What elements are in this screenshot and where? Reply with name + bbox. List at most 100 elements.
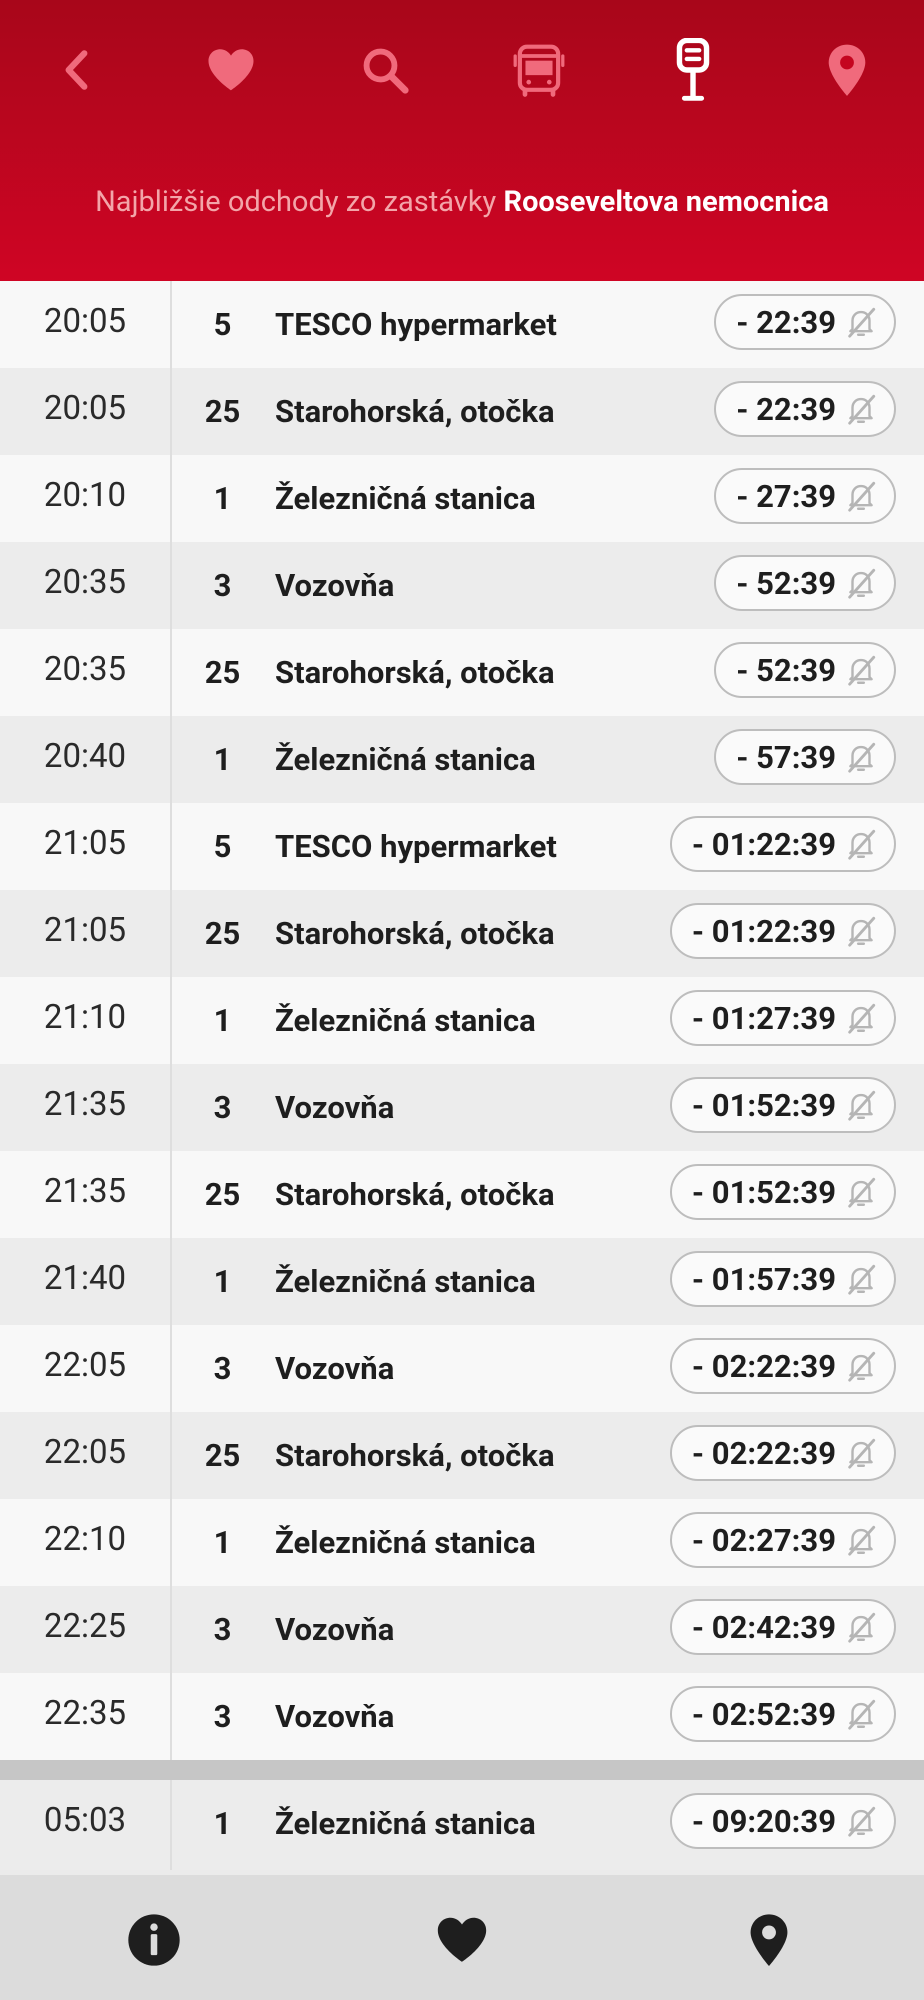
countdown-reminder-button[interactable]: - 01:22:39 <box>669 816 896 872</box>
countdown-reminder-button[interactable]: - 22:39 <box>714 381 896 437</box>
countdown-reminder-button[interactable]: - 27:39 <box>714 468 896 524</box>
departure-time: 22:05 <box>43 1433 127 1472</box>
countdown-reminder-button[interactable]: - 02:27:39 <box>669 1512 896 1568</box>
countdown-reminder-button[interactable]: - 01:22:39 <box>669 903 896 959</box>
info-button[interactable] <box>119 1905 189 1975</box>
countdown-reminder-button[interactable]: - 02:22:39 <box>669 1338 896 1394</box>
column-divider <box>170 890 172 977</box>
back-button[interactable] <box>37 30 117 110</box>
location-pin-icon <box>750 1914 788 1966</box>
countdown-text: - 22:39 <box>736 390 836 428</box>
departure-row: 21:05 5 TESCO hypermarket - 01:22:39 <box>0 803 924 890</box>
stop-name: Rooseveltova nemocnica <box>503 185 829 219</box>
departure-row: 22:05 3 Vozovňa - 02:22:39 <box>0 1325 924 1412</box>
notification-toggle <box>844 740 878 774</box>
bell-off-icon <box>848 1264 876 1295</box>
destination: Železničná stanica <box>275 1805 536 1842</box>
notification-toggle <box>844 1349 878 1383</box>
departure-row: 20:05 25 Starohorská, otočka - 22:39 <box>0 368 924 455</box>
destination: Železničná stanica <box>275 741 536 778</box>
countdown-text: - 02:22:39 <box>691 1347 836 1385</box>
notification-toggle <box>844 566 878 600</box>
countdown-reminder-button[interactable]: - 02:22:39 <box>669 1425 896 1481</box>
countdown-reminder-button[interactable]: - 02:52:39 <box>669 1686 896 1742</box>
countdown-reminder-button[interactable]: - 01:27:39 <box>669 990 896 1046</box>
line-number: 25 <box>204 1437 241 1474</box>
countdown-reminder-button[interactable]: - 02:42:39 <box>669 1599 896 1655</box>
countdown-reminder-button[interactable]: - 52:39 <box>714 642 896 698</box>
departure-row: 21:35 3 Vozovňa - 01:52:39 <box>0 1064 924 1151</box>
bell-off-icon <box>848 1806 876 1837</box>
map-tab[interactable] <box>807 30 887 110</box>
departure-row: 21:05 25 Starohorská, otočka - 01:22:39 <box>0 890 924 977</box>
search-tab[interactable] <box>345 30 425 110</box>
countdown-reminder-button[interactable]: - 09:20:39 <box>669 1793 896 1849</box>
column-divider <box>170 1151 172 1238</box>
countdown-text: - 01:22:39 <box>691 912 836 950</box>
departure-time: 22:10 <box>43 1520 127 1559</box>
bell-off-icon <box>848 1090 876 1121</box>
countdown-reminder-button[interactable]: - 22:39 <box>714 294 896 350</box>
departure-time: 20:40 <box>43 737 127 776</box>
stop-sign-icon <box>676 38 710 101</box>
column-divider <box>170 803 172 890</box>
notification-toggle <box>844 827 878 861</box>
countdown-reminder-button[interactable]: - 01:57:39 <box>669 1251 896 1307</box>
departure-row: 21:35 25 Starohorská, otočka - 01:52:39 <box>0 1151 924 1238</box>
bus-icon <box>513 44 565 97</box>
destination: Starohorská, otočka <box>275 393 555 430</box>
favorites-tab[interactable] <box>191 30 271 110</box>
countdown-text: - 01:52:39 <box>691 1086 836 1124</box>
search-icon <box>363 48 409 94</box>
column-divider <box>170 455 172 542</box>
countdown-reminder-button[interactable]: - 57:39 <box>714 729 896 785</box>
info-icon <box>128 1914 180 1966</box>
line-number: 1 <box>213 1524 232 1561</box>
destination: TESCO hypermarket <box>275 306 557 343</box>
departure-row: 21:40 1 Železničná stanica - 01:57:39 <box>0 1238 924 1325</box>
countdown-text: - 02:52:39 <box>691 1695 836 1733</box>
bell-off-icon <box>848 307 876 338</box>
destination: Vozovňa <box>275 1350 395 1387</box>
notification-toggle <box>844 305 878 339</box>
destination: Vozovňa <box>275 1089 395 1126</box>
show-on-map-button[interactable] <box>734 1905 804 1975</box>
line-number: 1 <box>213 1263 232 1300</box>
notification-toggle <box>844 1175 878 1209</box>
heart-icon <box>208 49 254 91</box>
countdown-reminder-button[interactable]: - 01:52:39 <box>669 1077 896 1133</box>
departure-row: 20:35 3 Vozovňa - 52:39 <box>0 542 924 629</box>
notification-toggle <box>844 479 878 513</box>
countdown-text: - 52:39 <box>736 564 836 602</box>
countdown-reminder-button[interactable]: - 52:39 <box>714 555 896 611</box>
countdown-reminder-button[interactable]: - 01:52:39 <box>669 1164 896 1220</box>
stops-tab[interactable] <box>653 30 733 110</box>
line-number: 1 <box>213 1805 232 1842</box>
column-divider <box>170 1499 172 1586</box>
bell-off-icon <box>848 655 876 686</box>
departure-time: 21:40 <box>43 1259 127 1298</box>
destination: Železničná stanica <box>275 1524 536 1561</box>
departure-time: 21:10 <box>43 998 127 1037</box>
departure-row: 22:35 3 Vozovňa - 02:52:39 <box>0 1673 924 1760</box>
notification-toggle <box>844 1610 878 1644</box>
day-separator <box>0 1760 924 1780</box>
favorite-button[interactable] <box>427 1905 497 1975</box>
departure-time: 20:05 <box>43 389 127 428</box>
subtitle-prefix: Najbližšie odchody zo zastávky <box>95 185 497 219</box>
destination: Starohorská, otočka <box>275 654 555 691</box>
back-icon <box>65 50 88 90</box>
line-number: 3 <box>213 567 232 604</box>
bell-off-icon <box>848 1003 876 1034</box>
countdown-text: - 01:27:39 <box>691 999 836 1037</box>
bell-off-icon <box>848 1525 876 1556</box>
header-bar: Najbližšie odchody zo zastávky Roosevelt… <box>0 0 924 281</box>
line-number: 5 <box>213 306 232 343</box>
line-number: 25 <box>204 393 241 430</box>
countdown-text: - 01:52:39 <box>691 1173 836 1211</box>
departure-time: 21:35 <box>43 1085 127 1124</box>
lines-tab[interactable] <box>499 30 579 110</box>
departure-row: 20:05 5 TESCO hypermarket - 22:39 <box>0 281 924 368</box>
bell-off-icon <box>848 394 876 425</box>
countdown-text: - 02:22:39 <box>691 1434 836 1472</box>
